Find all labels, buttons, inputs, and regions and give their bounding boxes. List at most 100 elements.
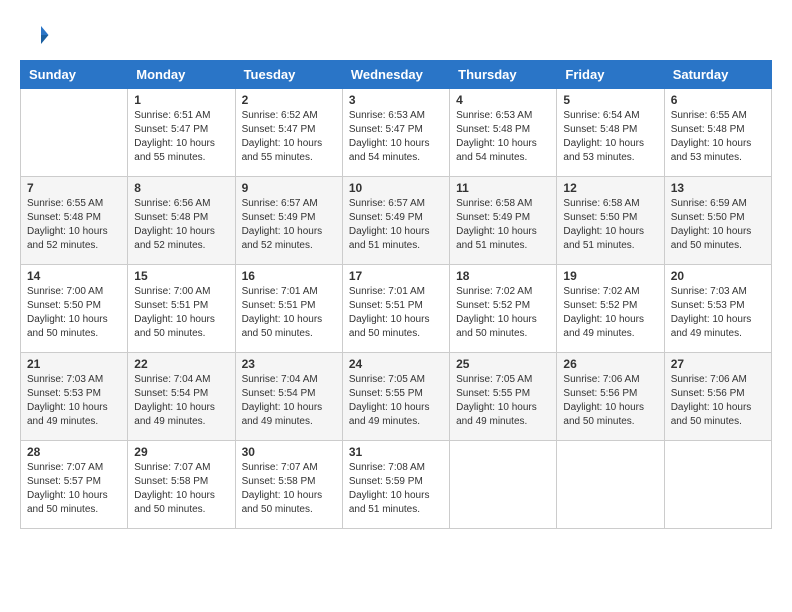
calendar-cell: 28Sunrise: 7:07 AM Sunset: 5:57 PM Dayli… (21, 441, 128, 529)
calendar-weekday-tuesday: Tuesday (235, 61, 342, 89)
day-info: Sunrise: 6:57 AM Sunset: 5:49 PM Dayligh… (349, 197, 443, 253)
day-info: Sunrise: 7:03 AM Sunset: 5:53 PM Dayligh… (671, 285, 765, 341)
day-number: 31 (349, 445, 443, 459)
calendar-cell: 17 Sunrise: 7:01 AM Sunset: 5:51 PM Dayli… (342, 265, 449, 353)
calendar-cell: 18Sunrise: 7:02 AM Sunset: 5:52 PM Dayli… (450, 265, 557, 353)
calendar-week-row: 7Sunrise: 6:55 AM Sunset: 5:48 PM Daylig… (21, 177, 772, 265)
day-number: 22 (134, 357, 228, 371)
calendar-cell: 12 Sunrise: 6:58 AM Sunset: 5:50 PM Dayli… (557, 177, 664, 265)
day-info: Sunrise: 6:58 AM Sunset: 5:50 PM Dayligh… (563, 197, 657, 253)
day-info: Sunrise: 6:51 AM Sunset: 5:47 PM Dayligh… (134, 109, 228, 165)
calendar-cell: 11 Sunrise: 6:58 AM Sunset: 5:49 PM Dayli… (450, 177, 557, 265)
day-info: Sunrise: 7:02 AM Sunset: 5:52 PM Dayligh… (456, 285, 550, 341)
logo (20, 20, 54, 50)
day-info: Sunrise: 6:59 AM Sunset: 5:50 PM Dayligh… (671, 197, 765, 253)
calendar-cell (450, 441, 557, 529)
calendar-cell: 5 Sunrise: 6:54 AM Sunset: 5:48 PM Daylig… (557, 89, 664, 177)
day-info: Sunrise: 6:53 AM Sunset: 5:47 PM Dayligh… (349, 109, 443, 165)
calendar-cell: 3 Sunrise: 6:53 AM Sunset: 5:47 PM Daylig… (342, 89, 449, 177)
day-info: Sunrise: 7:03 AM Sunset: 5:53 PM Dayligh… (27, 373, 121, 429)
day-number: 9 (242, 181, 336, 195)
calendar-cell: 19 Sunrise: 7:02 AM Sunset: 5:52 PM Dayli… (557, 265, 664, 353)
day-number: 20 (671, 269, 765, 283)
day-number: 7 (27, 181, 121, 195)
day-number: 2 (242, 93, 336, 107)
day-info: Sunrise: 6:52 AM Sunset: 5:47 PM Dayligh… (242, 109, 336, 165)
calendar-cell (664, 441, 771, 529)
calendar-cell (557, 441, 664, 529)
calendar-week-row: 28Sunrise: 7:07 AM Sunset: 5:57 PM Dayli… (21, 441, 772, 529)
calendar-cell: 7Sunrise: 6:55 AM Sunset: 5:48 PM Daylig… (21, 177, 128, 265)
calendar-cell: 2 Sunrise: 6:52 AM Sunset: 5:47 PM Daylig… (235, 89, 342, 177)
calendar-cell: 29 Sunrise: 7:07 AM Sunset: 5:58 PM Dayli… (128, 441, 235, 529)
day-number: 5 (563, 93, 657, 107)
day-number: 8 (134, 181, 228, 195)
day-info: Sunrise: 7:06 AM Sunset: 5:56 PM Dayligh… (563, 373, 657, 429)
calendar-cell: 23 Sunrise: 7:04 AM Sunset: 5:54 PM Dayli… (235, 353, 342, 441)
day-number: 21 (27, 357, 121, 371)
day-number: 27 (671, 357, 765, 371)
day-number: 16 (242, 269, 336, 283)
calendar-header-row: SundayMondayTuesdayWednesdayThursdayFrid… (21, 61, 772, 89)
day-number: 1 (134, 93, 228, 107)
day-number: 12 (563, 181, 657, 195)
day-info: Sunrise: 7:05 AM Sunset: 5:55 PM Dayligh… (349, 373, 443, 429)
calendar-weekday-thursday: Thursday (450, 61, 557, 89)
calendar-cell: 22Sunrise: 7:04 AM Sunset: 5:54 PM Dayli… (128, 353, 235, 441)
day-number: 25 (456, 357, 550, 371)
calendar-cell: 4 Sunrise: 6:53 AM Sunset: 5:48 PM Daylig… (450, 89, 557, 177)
day-info: Sunrise: 7:06 AM Sunset: 5:56 PM Dayligh… (671, 373, 765, 429)
day-number: 3 (349, 93, 443, 107)
day-number: 11 (456, 181, 550, 195)
calendar-cell: 24Sunrise: 7:05 AM Sunset: 5:55 PM Dayli… (342, 353, 449, 441)
calendar-cell: 6Sunrise: 6:55 AM Sunset: 5:48 PM Daylig… (664, 89, 771, 177)
calendar-cell: 9Sunrise: 6:57 AM Sunset: 5:49 PM Daylig… (235, 177, 342, 265)
day-number: 14 (27, 269, 121, 283)
day-number: 28 (27, 445, 121, 459)
day-info: Sunrise: 7:02 AM Sunset: 5:52 PM Dayligh… (563, 285, 657, 341)
day-info: Sunrise: 7:01 AM Sunset: 5:51 PM Dayligh… (349, 285, 443, 341)
day-info: Sunrise: 7:04 AM Sunset: 5:54 PM Dayligh… (242, 373, 336, 429)
calendar-cell: 14 Sunrise: 7:00 AM Sunset: 5:50 PM Dayli… (21, 265, 128, 353)
calendar-weekday-wednesday: Wednesday (342, 61, 449, 89)
day-info: Sunrise: 7:07 AM Sunset: 5:58 PM Dayligh… (134, 461, 228, 517)
calendar-weekday-friday: Friday (557, 61, 664, 89)
calendar-week-row: 1 Sunrise: 6:51 AM Sunset: 5:47 PM Daylig… (21, 89, 772, 177)
day-number: 26 (563, 357, 657, 371)
day-number: 15 (134, 269, 228, 283)
day-info: Sunrise: 6:58 AM Sunset: 5:49 PM Dayligh… (456, 197, 550, 253)
day-number: 4 (456, 93, 550, 107)
calendar-cell: 21 Sunrise: 7:03 AM Sunset: 5:53 PM Dayli… (21, 353, 128, 441)
calendar-cell: 26 Sunrise: 7:06 AM Sunset: 5:56 PM Dayli… (557, 353, 664, 441)
calendar-cell: 27 Sunrise: 7:06 AM Sunset: 5:56 PM Dayli… (664, 353, 771, 441)
logo-icon (20, 20, 50, 50)
calendar-cell: 16 Sunrise: 7:01 AM Sunset: 5:51 PM Dayli… (235, 265, 342, 353)
calendar-cell: 8 Sunrise: 6:56 AM Sunset: 5:48 PM Daylig… (128, 177, 235, 265)
calendar-cell: 30 Sunrise: 7:07 AM Sunset: 5:58 PM Dayli… (235, 441, 342, 529)
calendar-week-row: 14 Sunrise: 7:00 AM Sunset: 5:50 PM Dayli… (21, 265, 772, 353)
calendar-week-row: 21 Sunrise: 7:03 AM Sunset: 5:53 PM Dayli… (21, 353, 772, 441)
day-info: Sunrise: 6:55 AM Sunset: 5:48 PM Dayligh… (671, 109, 765, 165)
day-info: Sunrise: 7:07 AM Sunset: 5:58 PM Dayligh… (242, 461, 336, 517)
calendar-cell: 31 Sunrise: 7:08 AM Sunset: 5:59 PM Dayli… (342, 441, 449, 529)
day-info: Sunrise: 7:08 AM Sunset: 5:59 PM Dayligh… (349, 461, 443, 517)
calendar-cell: 15 Sunrise: 7:00 AM Sunset: 5:51 PM Dayli… (128, 265, 235, 353)
day-number: 23 (242, 357, 336, 371)
day-number: 19 (563, 269, 657, 283)
day-number: 13 (671, 181, 765, 195)
calendar-cell (21, 89, 128, 177)
day-info: Sunrise: 6:56 AM Sunset: 5:48 PM Dayligh… (134, 197, 228, 253)
calendar-weekday-saturday: Saturday (664, 61, 771, 89)
day-info: Sunrise: 6:53 AM Sunset: 5:48 PM Dayligh… (456, 109, 550, 165)
day-info: Sunrise: 6:54 AM Sunset: 5:48 PM Dayligh… (563, 109, 657, 165)
day-number: 30 (242, 445, 336, 459)
day-number: 17 (349, 269, 443, 283)
calendar-cell: 13 Sunrise: 6:59 AM Sunset: 5:50 PM Dayli… (664, 177, 771, 265)
calendar-weekday-monday: Monday (128, 61, 235, 89)
calendar-table: SundayMondayTuesdayWednesdayThursdayFrid… (20, 60, 772, 529)
calendar-weekday-sunday: Sunday (21, 61, 128, 89)
day-number: 29 (134, 445, 228, 459)
day-info: Sunrise: 7:01 AM Sunset: 5:51 PM Dayligh… (242, 285, 336, 341)
day-info: Sunrise: 7:00 AM Sunset: 5:51 PM Dayligh… (134, 285, 228, 341)
day-info: Sunrise: 7:00 AM Sunset: 5:50 PM Dayligh… (27, 285, 121, 341)
